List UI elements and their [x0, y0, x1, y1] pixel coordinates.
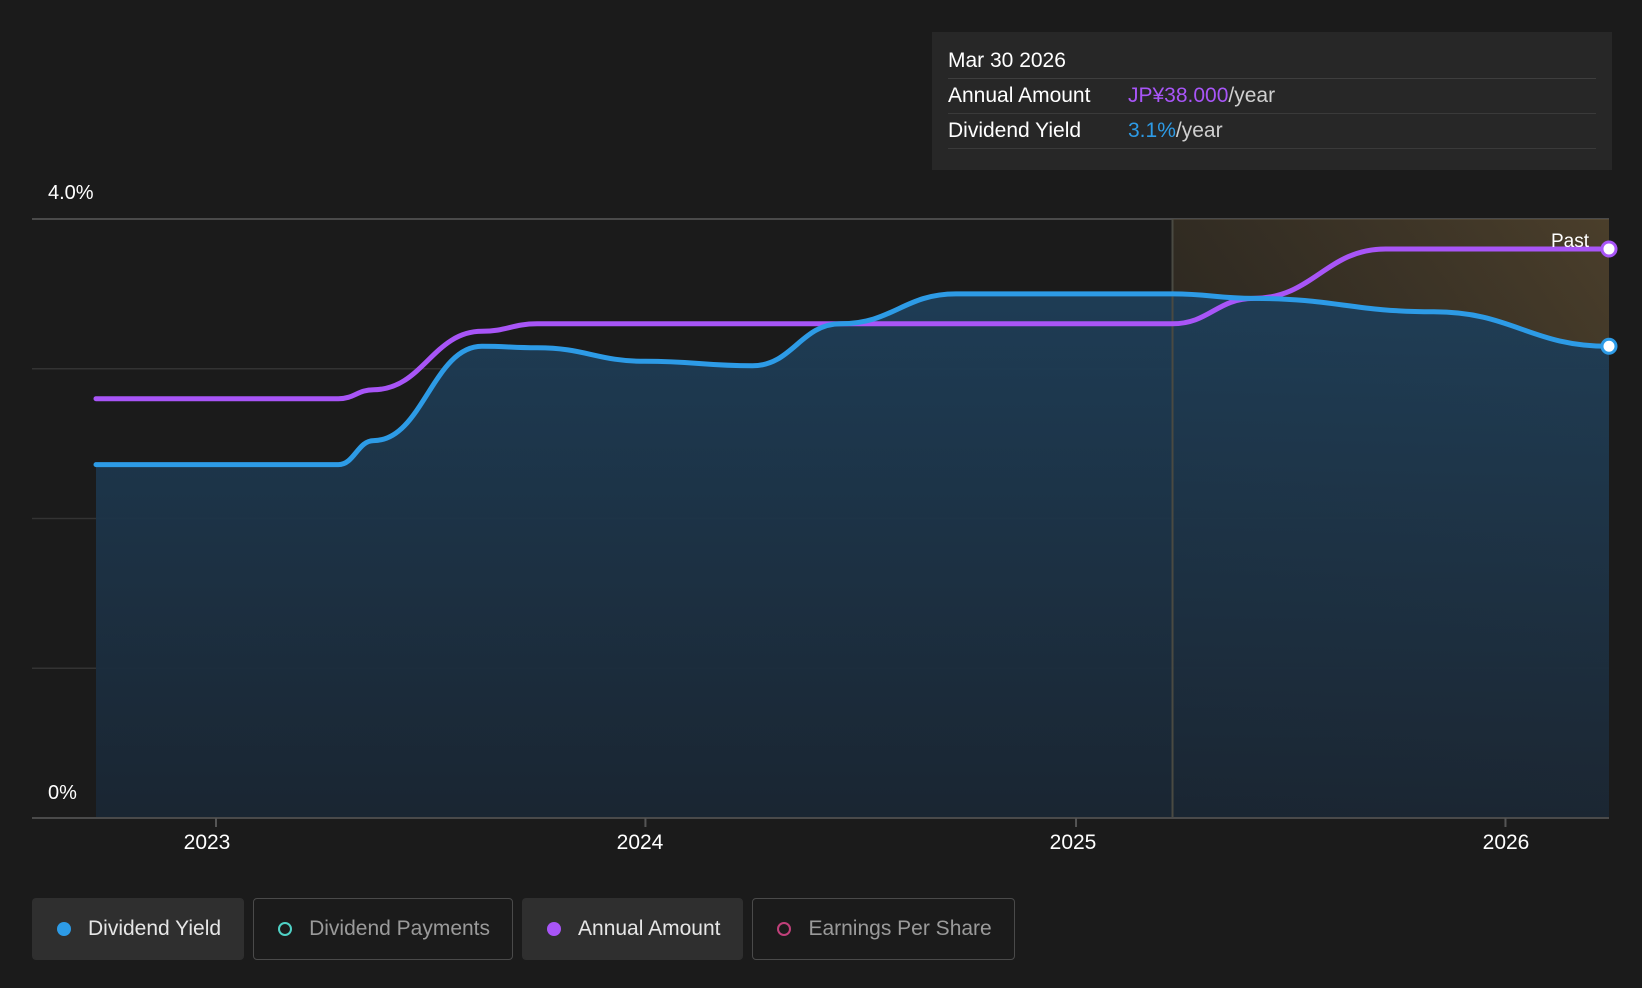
legend-dot-icon: [278, 922, 293, 936]
y-tick-bottom: 0%: [48, 782, 77, 804]
tooltip-label: Dividend Yield: [948, 119, 1082, 142]
y-tick-top: 4.0%: [48, 182, 94, 204]
legend-dot-icon: [777, 922, 792, 936]
chart-tooltip: Mar 30 2026 Annual Amount JP¥38.000/year…: [932, 32, 1612, 170]
legend-dividend-yield-button[interactable]: Dividend Yield: [32, 898, 245, 960]
x-tick-label-2024: 2024: [616, 831, 664, 854]
tooltip-value: JP¥38.000/year: [1128, 79, 1275, 113]
chart-legend: Dividend Yield Dividend Payments Annual …: [32, 898, 1015, 960]
tooltip-value: 3.1%/year: [1128, 114, 1223, 148]
dividend-yield-end-marker[interactable]: [1600, 337, 1618, 355]
annual-amount-end-marker[interactable]: [1600, 240, 1618, 258]
x-tick-label-2025: 2025: [1049, 831, 1097, 854]
tooltip-row-annual-amount: Annual Amount JP¥38.000/year: [948, 79, 1596, 114]
legend-annual-amount-button[interactable]: Annual Amount: [522, 898, 744, 960]
legend-dividend-payments-button[interactable]: Dividend Payments: [253, 898, 514, 960]
tooltip-value-unit: /year: [1175, 119, 1223, 142]
legend-label: Dividend Payments: [309, 917, 491, 940]
tooltip-label: Annual Amount: [948, 84, 1091, 107]
legend-earnings-per-share-button[interactable]: Earnings Per Share: [752, 898, 1015, 960]
legend-label: Earnings Per Share: [808, 917, 992, 940]
legend-dot-icon: [547, 922, 562, 936]
tooltip-value-number: JP¥38.000: [1128, 84, 1229, 107]
legend-dot-icon: [57, 922, 71, 936]
past-label: Past: [1551, 231, 1590, 252]
tooltip-value-number: 3.1%: [1128, 119, 1176, 142]
tooltip-value-unit: /year: [1228, 84, 1276, 107]
legend-label: Annual Amount: [578, 917, 721, 940]
tooltip-row-dividend-yield: Dividend Yield 3.1%/year: [948, 114, 1596, 149]
tooltip-date: Mar 30 2026: [948, 46, 1596, 79]
x-tick-label-2023: 2023: [183, 831, 231, 854]
legend-label: Dividend Yield: [88, 917, 222, 940]
x-tick-label-2026: 2026: [1482, 831, 1530, 854]
dividend-yield-area: [96, 293, 1609, 818]
x-axis-ticks: [215, 818, 1507, 827]
